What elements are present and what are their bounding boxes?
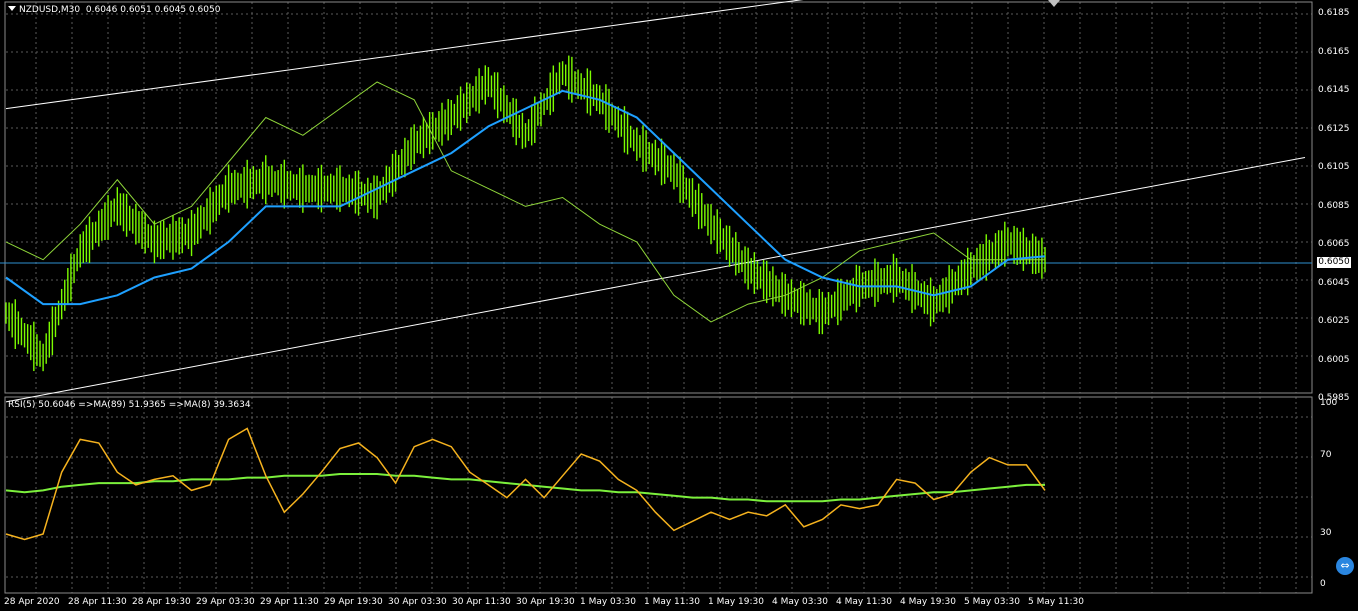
rsi-tick-label: 0 <box>1320 579 1326 589</box>
time-tick-label: 5 May 03:30 <box>964 597 1020 607</box>
ohlc-values: 0.6046 0.6051 0.6045 0.6050 <box>85 5 221 15</box>
candles <box>5 55 1046 372</box>
rsi-tick-label: 100 <box>1320 398 1338 408</box>
current-price-badge: 0.6050 <box>1317 257 1351 268</box>
channel-upper-line <box>5 0 804 110</box>
price-tick-label: 0.6145 <box>1318 85 1350 95</box>
chart-shift-triangle-icon[interactable] <box>1048 0 1060 7</box>
price-tick-label: 0.6125 <box>1318 123 1350 134</box>
grid <box>6 2 1312 593</box>
teamviewer-icon[interactable]: ⇔ <box>1336 557 1354 575</box>
time-tick-label: 29 Apr 03:30 <box>196 597 255 607</box>
time-tick-label: 4 May 03:30 <box>772 597 828 607</box>
time-tick-label: 28 Apr 11:30 <box>68 597 127 607</box>
time-tick-label: 28 Apr 2020 <box>4 597 60 607</box>
time-tick-label: 30 Apr 11:30 <box>452 597 511 607</box>
channel-lower-line <box>5 156 1306 403</box>
time-tick-label: 4 May 11:30 <box>836 597 892 607</box>
price-tick-label: 0.6085 <box>1318 200 1350 211</box>
price-chart[interactable] <box>0 0 1358 611</box>
time-tick-label: 29 Apr 11:30 <box>260 597 319 607</box>
rsi-header: RSI(5) 50.6046 =>MA(89) 51.9365 =>MA(8) … <box>8 400 251 410</box>
price-tick-label: 0.6005 <box>1318 354 1350 365</box>
time-tick-label: 1 May 19:30 <box>708 597 764 607</box>
time-tick-label: 30 Apr 03:30 <box>388 597 447 607</box>
time-tick-label: 30 Apr 19:30 <box>516 597 575 607</box>
time-tick-label: 1 May 11:30 <box>644 597 700 607</box>
blue-ma-line <box>5 89 1046 306</box>
time-tick-label: 4 May 19:30 <box>900 597 956 607</box>
rsi-tick-label: 70 <box>1320 450 1332 460</box>
menu-triangle-icon[interactable] <box>8 6 16 11</box>
time-tick-label: 28 Apr 19:30 <box>132 597 191 607</box>
price-tick-label: 0.6165 <box>1318 46 1350 57</box>
rsi-tick-label: 30 <box>1320 528 1332 538</box>
time-tick-label: 29 Apr 19:30 <box>324 597 383 607</box>
price-tick-label: 0.6185 <box>1318 8 1350 18</box>
moving-averages <box>5 81 1046 323</box>
price-tick-label: 0.6105 <box>1318 162 1350 172</box>
price-tick-label: 0.6065 <box>1318 239 1350 249</box>
price-tick-label: 0.6045 <box>1318 277 1350 288</box>
rsi-indicator <box>5 427 1046 541</box>
price-tick-label: 0.6025 <box>1318 316 1350 326</box>
time-tick-label: 1 May 03:30 <box>580 597 636 607</box>
regression-channel <box>5 0 1306 403</box>
time-tick-label: 5 May 11:30 <box>1028 597 1084 607</box>
symbol-label: NZDUSD,M30 <box>19 5 81 15</box>
symbol-header[interactable]: NZDUSD,M30 0.6046 0.6051 0.6045 0.6050 <box>8 5 220 15</box>
